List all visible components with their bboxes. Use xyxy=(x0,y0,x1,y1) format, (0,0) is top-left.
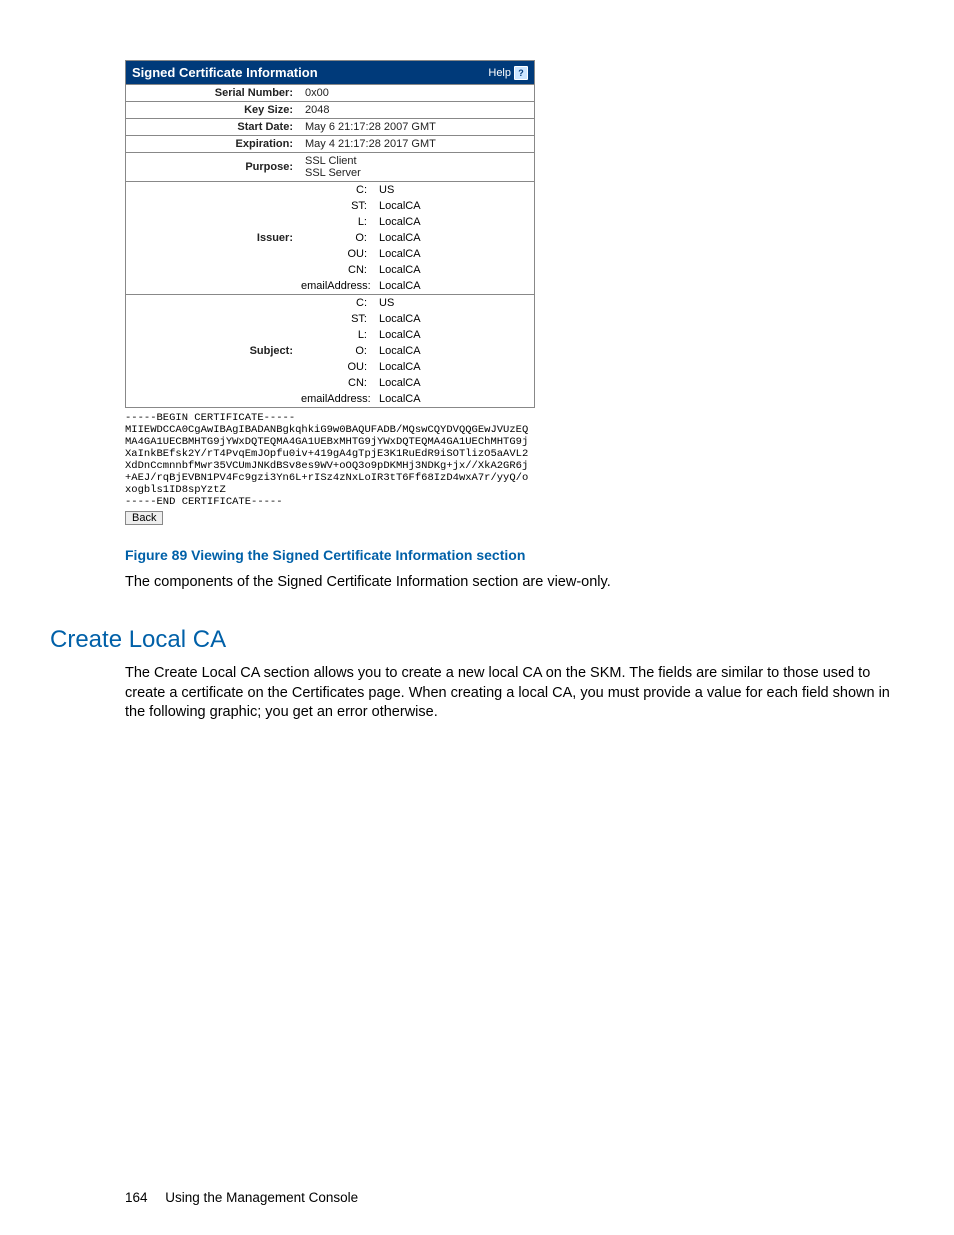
dn-row: ST:LocalCA xyxy=(299,311,534,327)
label-serial: Serial Number: xyxy=(126,85,299,101)
dn-value: LocalCA xyxy=(373,327,534,343)
row-issuer: Issuer: C:USST:LocalCAL:LocalCAO:LocalCA… xyxy=(126,181,534,294)
purpose-line1: SSL Client xyxy=(305,155,528,167)
row-keysize: Key Size: 2048 xyxy=(126,101,534,118)
value-expiration: May 4 21:17:28 2017 GMT xyxy=(299,136,534,152)
dn-row: ST:LocalCA xyxy=(299,198,534,214)
dn-key: O: xyxy=(299,230,373,246)
value-start: May 6 21:17:28 2007 GMT xyxy=(299,119,534,135)
dn-key: OU: xyxy=(299,359,373,375)
value-keysize: 2048 xyxy=(299,102,534,118)
value-serial: 0x00 xyxy=(299,85,534,101)
dn-value: LocalCA xyxy=(373,198,534,214)
dn-key: emailAddress: xyxy=(299,391,373,407)
help-icon: ? xyxy=(514,66,528,80)
dn-row: C:US xyxy=(299,182,534,198)
dn-row: emailAddress:LocalCA xyxy=(299,278,534,294)
value-purpose: SSL Client SSL Server xyxy=(299,153,534,181)
dn-value: LocalCA xyxy=(373,359,534,375)
panel-header: Signed Certificate Information Help ? xyxy=(126,61,534,84)
back-button[interactable]: Back xyxy=(125,511,163,525)
dn-key: C: xyxy=(299,182,373,198)
help-label: Help xyxy=(488,67,511,79)
row-start: Start Date: May 6 21:17:28 2007 GMT xyxy=(126,118,534,135)
dn-key: L: xyxy=(299,327,373,343)
dn-value: LocalCA xyxy=(373,375,534,391)
dn-row: C:US xyxy=(299,295,534,311)
purpose-line2: SSL Server xyxy=(305,167,528,179)
dn-key: emailAddress: xyxy=(299,278,373,294)
dn-row: OU:LocalCA xyxy=(299,359,534,375)
body-text-2: The Create Local CA section allows you t… xyxy=(125,664,894,723)
label-purpose: Purpose: xyxy=(126,153,299,181)
section-heading-create-local-ca: Create Local CA xyxy=(50,626,894,654)
dn-key: ST: xyxy=(299,198,373,214)
body-text-1: The components of the Signed Certificate… xyxy=(125,573,894,593)
dn-value: LocalCA xyxy=(373,343,534,359)
dn-key: ST: xyxy=(299,311,373,327)
dn-value: LocalCA xyxy=(373,246,534,262)
label-subject: Subject: xyxy=(126,295,299,407)
row-expiration: Expiration: May 4 21:17:28 2017 GMT xyxy=(126,135,534,152)
dn-value: US xyxy=(373,182,534,198)
dn-value: LocalCA xyxy=(373,214,534,230)
dn-value: LocalCA xyxy=(373,230,534,246)
row-serial: Serial Number: 0x00 xyxy=(126,84,534,101)
dn-row: L:LocalCA xyxy=(299,214,534,230)
subject-table: C:USST:LocalCAL:LocalCAO:LocalCAOU:Local… xyxy=(299,295,534,407)
dn-value: US xyxy=(373,295,534,311)
dn-value: LocalCA xyxy=(373,278,534,294)
label-expiration: Expiration: xyxy=(126,136,299,152)
dn-key: CN: xyxy=(299,375,373,391)
row-purpose: Purpose: SSL Client SSL Server xyxy=(126,152,534,181)
page-number: 164 xyxy=(125,1190,148,1205)
figure-caption: Figure 89 Viewing the Signed Certificate… xyxy=(125,547,894,563)
label-keysize: Key Size: xyxy=(126,102,299,118)
label-start: Start Date: xyxy=(126,119,299,135)
dn-row: CN:LocalCA xyxy=(299,375,534,391)
certificate-pem-block: -----BEGIN CERTIFICATE----- MIIEWDCCA0Cg… xyxy=(125,412,537,509)
dn-row: emailAddress:LocalCA xyxy=(299,391,534,407)
help-link[interactable]: Help ? xyxy=(488,66,528,80)
dn-key: L: xyxy=(299,214,373,230)
footer-title: Using the Management Console xyxy=(165,1190,358,1205)
row-subject: Subject: C:USST:LocalCAL:LocalCAO:LocalC… xyxy=(126,294,534,407)
dn-key: C: xyxy=(299,295,373,311)
dn-key: OU: xyxy=(299,246,373,262)
dn-value: LocalCA xyxy=(373,311,534,327)
dn-row: CN:LocalCA xyxy=(299,262,534,278)
signed-cert-panel: Signed Certificate Information Help ? Se… xyxy=(125,60,535,408)
dn-key: O: xyxy=(299,343,373,359)
dn-row: O:LocalCA xyxy=(299,230,534,246)
dn-value: LocalCA xyxy=(373,391,534,407)
label-issuer: Issuer: xyxy=(126,182,299,294)
dn-row: L:LocalCA xyxy=(299,327,534,343)
dn-row: O:LocalCA xyxy=(299,343,534,359)
dn-value: LocalCA xyxy=(373,262,534,278)
issuer-table: C:USST:LocalCAL:LocalCAO:LocalCAOU:Local… xyxy=(299,182,534,294)
dn-key: CN: xyxy=(299,262,373,278)
panel-title: Signed Certificate Information xyxy=(132,65,318,80)
dn-row: OU:LocalCA xyxy=(299,246,534,262)
page-footer: 164 Using the Management Console xyxy=(125,1190,358,1205)
